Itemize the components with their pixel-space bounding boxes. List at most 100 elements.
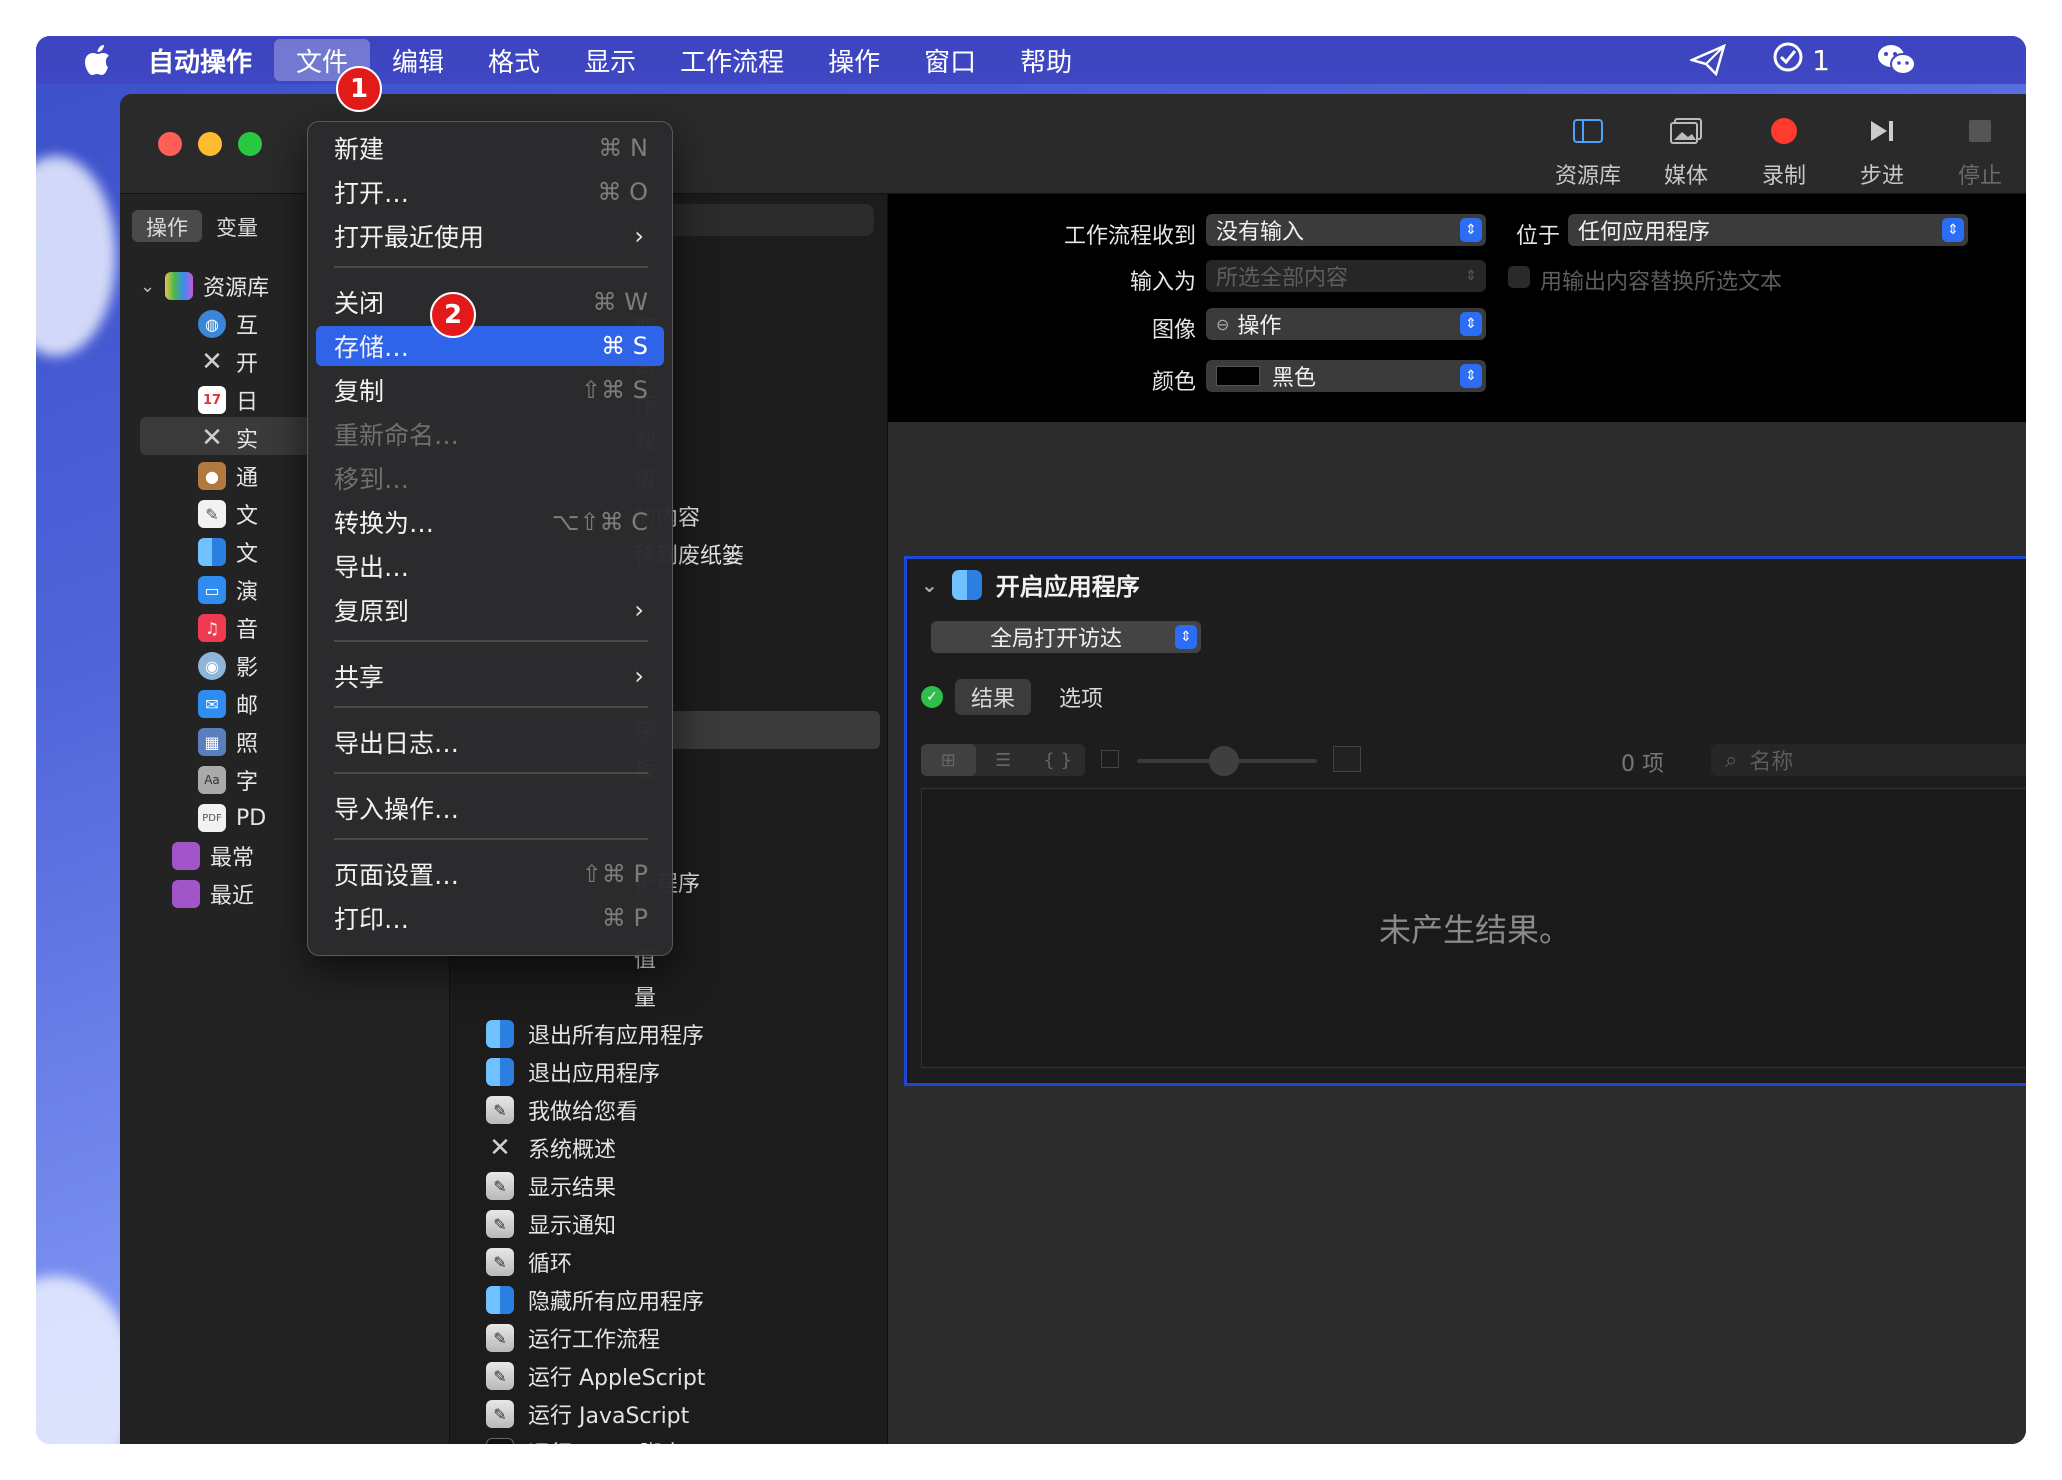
menu-item-share[interactable]: 共享 › <box>316 656 664 696</box>
task-status-item[interactable]: 1 <box>1772 41 1830 80</box>
menu-format[interactable]: 格式 <box>466 36 562 84</box>
apple-menu-icon[interactable] <box>76 36 120 84</box>
library-row[interactable]: 最近 <box>172 876 254 912</box>
menu-item-print[interactable]: 打印… ⌘ P <box>316 898 664 938</box>
automator-icon: ✎ <box>486 1324 514 1352</box>
input-is-popup[interactable]: 所选全部内容 ⇕ <box>1206 260 1486 292</box>
menu-item-label: 复原到 <box>334 597 410 626</box>
record-toolbar-button[interactable]: 录制 <box>1748 114 1820 190</box>
library-row[interactable]: PDF PD <box>198 800 266 836</box>
zoom-window-button[interactable] <box>238 132 262 156</box>
library-row[interactable]: ✉ 邮 <box>198 686 258 722</box>
library-row[interactable]: ▭ 演 <box>198 572 258 608</box>
zoom-slider-knob[interactable] <box>1209 746 1239 776</box>
sidebar-icon <box>1571 114 1605 148</box>
action-label: 循环 <box>528 1252 573 1277</box>
action-row-partial[interactable]: 量 <box>634 978 656 1014</box>
action-row[interactable]: ✎ 显示结果 <box>486 1168 616 1204</box>
grid-view-icon[interactable]: ⊞ <box>921 744 976 776</box>
menu-edit[interactable]: 编辑 <box>370 36 466 84</box>
library-row[interactable]: ✕ 开 <box>198 344 258 380</box>
menu-item-new[interactable]: 新建 ⌘ N <box>316 128 664 168</box>
library-row-root[interactable]: ⌄ 资源库 <box>140 268 269 304</box>
menu-item-export-log[interactable]: 导出日志… <box>316 722 664 762</box>
list-view-icon[interactable]: ☰ <box>976 744 1031 776</box>
library-row[interactable]: ✕ 实 <box>198 420 258 456</box>
menu-item-import-actions[interactable]: 导入操作… <box>316 788 664 828</box>
tab-options[interactable]: 选项 <box>1043 679 1119 715</box>
photos-icon: ▦ <box>198 728 226 756</box>
close-window-button[interactable] <box>158 132 182 156</box>
media-toolbar-button[interactable]: 媒体 <box>1650 114 1722 190</box>
library-row[interactable]: ▦ 照 <box>198 724 258 760</box>
receives-popup[interactable]: 没有输入 ⇕ <box>1206 214 1486 246</box>
library-row[interactable]: ◉ 影 <box>198 648 258 684</box>
launch-application-action[interactable]: ⌄ 开启应用程序 全局打开访达 ⇕ ✓ 结果 选项 ⊞ ☰ {} 0 项 ⌕ … <box>904 556 2026 1086</box>
finder-icon <box>486 1286 514 1314</box>
action-row[interactable]: ✎ 显示通知 <box>486 1206 616 1242</box>
library-row[interactable]: ✎ 文 <box>198 496 258 532</box>
menu-app-name[interactable]: 自动操作 <box>120 36 274 84</box>
action-label: 运行 AppleScript <box>528 1366 706 1391</box>
wechat-icon[interactable] <box>1876 43 1916 77</box>
empty-results-text: 未产生结果。 <box>1378 911 1571 949</box>
menu-shortcut: ⌘ P <box>601 904 648 932</box>
menu-item-save[interactable]: 存储… ⌘ S <box>316 326 664 366</box>
disclosure-chevron-icon[interactable]: ⌄ <box>921 573 938 597</box>
menu-help[interactable]: 帮助 <box>998 36 1094 84</box>
results-search-field[interactable]: ⌕ 名称 <box>1711 744 2026 776</box>
library-row-label: 文 <box>236 504 259 529</box>
paper-plane-status-icon[interactable] <box>1690 44 1727 76</box>
menu-window[interactable]: 窗口 <box>902 36 998 84</box>
code-view-icon[interactable]: { } <box>1030 744 1085 776</box>
action-row[interactable]: 退出应用程序 <box>486 1054 660 1090</box>
action-row[interactable]: ✕ 系统概述 <box>486 1130 616 1166</box>
menu-item-open-recent[interactable]: 打开最近使用 › <box>316 216 664 256</box>
action-title-bar[interactable]: ⌄ 开启应用程序 <box>921 567 1140 602</box>
action-row[interactable]: › 运行 Shell 脚本 <box>486 1434 684 1444</box>
menu-actions[interactable]: 操作 <box>806 36 902 84</box>
library-row-label: 音 <box>236 618 259 643</box>
menu-item-export[interactable]: 导出… <box>316 546 664 586</box>
menu-item-page-setup[interactable]: 页面设置… ⇧⌘ P <box>316 854 664 894</box>
action-row[interactable]: ✎ 运行工作流程 <box>486 1320 660 1356</box>
action-row[interactable]: ✎ 运行 AppleScript <box>486 1358 705 1394</box>
application-select[interactable]: 全局打开访达 ⇕ <box>931 621 1201 653</box>
library-row[interactable]: ◍ 互 <box>198 306 258 342</box>
library-row[interactable]: ● 通 <box>198 458 258 494</box>
library-row[interactable]: 最常 <box>172 838 254 874</box>
action-row[interactable]: ✎ 运行 JavaScript <box>486 1396 689 1432</box>
library-row[interactable]: ♫ 音 <box>198 610 258 646</box>
library-row[interactable]: 文 <box>198 534 258 570</box>
image-label: 图像 <box>1151 318 1196 343</box>
library-row[interactable]: 17 日 <box>198 382 258 418</box>
replace-text-label: 用输出内容替换所选文本 <box>1540 270 1783 295</box>
tab-results[interactable]: 结果 <box>955 679 1032 715</box>
menu-item-open[interactable]: 打开… ⌘ O <box>316 172 664 212</box>
action-row[interactable]: ✎ 循环 <box>486 1244 572 1280</box>
tab-variables[interactable]: 变量 <box>202 210 272 242</box>
menu-item-move-to[interactable]: 移到… <box>316 458 664 498</box>
menu-item-rename[interactable]: 重新命名… <box>316 414 664 454</box>
action-row[interactable]: 退出所有应用程序 <box>486 1016 704 1052</box>
minimize-window-button[interactable] <box>198 132 222 156</box>
application-popup[interactable]: 任何应用程序 ⇕ <box>1568 214 1968 246</box>
menu-view[interactable]: 显示 <box>562 36 658 84</box>
replace-text-checkbox[interactable] <box>1508 266 1530 288</box>
action-row[interactable]: ✎ 我做给您看 <box>486 1092 638 1128</box>
step-toolbar-button[interactable]: 步进 <box>1846 114 1918 190</box>
image-popup[interactable]: ⊖ 操作 ⇕ <box>1206 308 1486 340</box>
library-toolbar-button[interactable]: 资源库 <box>1552 114 1624 190</box>
menu-workflow[interactable]: 工作流程 <box>658 36 806 84</box>
menu-item-convert-to[interactable]: 转换为… ⌥⇧⌘ C <box>316 502 664 542</box>
menu-item-duplicate[interactable]: 复制 ⇧⌘ S <box>316 370 664 410</box>
menu-item-close[interactable]: 关闭 ⌘ W <box>316 282 664 322</box>
menu-item-revert-to[interactable]: 复原到 › <box>316 590 664 630</box>
menu-item-label: 转换为… <box>334 509 435 538</box>
input-is-label: 输入为 <box>1129 270 1196 295</box>
stop-toolbar-button[interactable]: 停止 <box>1944 114 2016 190</box>
color-popup[interactable]: 黑色 ⇕ <box>1206 360 1486 392</box>
library-row[interactable]: Aa 字 <box>198 762 258 798</box>
tab-actions[interactable]: 操作 <box>132 210 202 242</box>
action-row[interactable]: 隐藏所有应用程序 <box>486 1282 704 1318</box>
